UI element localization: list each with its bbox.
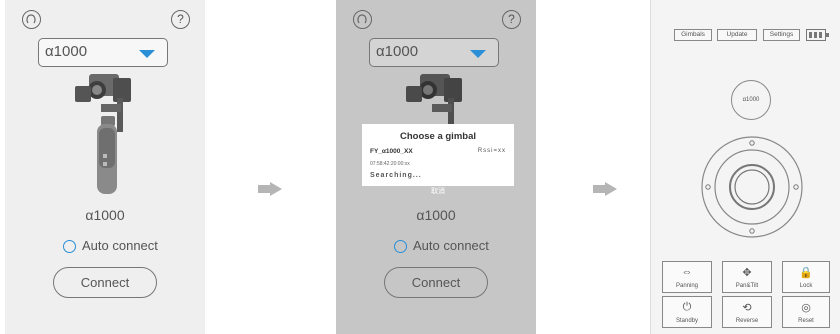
connect-screen: ? α1000 α1000 Auto connect Connect bbox=[5, 0, 205, 334]
dropdown-arrow-icon[interactable] bbox=[139, 50, 155, 58]
panning-icon: ⇔ bbox=[681, 266, 693, 278]
dropdown-arrow-icon[interactable] bbox=[470, 50, 486, 58]
tab-update[interactable]: Update bbox=[717, 29, 757, 41]
gimbal-image bbox=[75, 74, 131, 194]
device-name[interactable]: FY_α1000_XX bbox=[370, 148, 413, 155]
standby-button[interactable]: ⏻ Standby bbox=[662, 296, 712, 328]
lock-button[interactable]: 🔒 Lock bbox=[782, 261, 830, 293]
help-label: ? bbox=[177, 12, 184, 26]
reset-label: Reset bbox=[798, 318, 814, 324]
auto-connect-label: Auto connect bbox=[413, 238, 489, 253]
standby-icon: ⏻ bbox=[682, 301, 692, 313]
model-name-label: α1000 bbox=[416, 207, 456, 223]
dialog-title: Choose a gimbal bbox=[399, 131, 476, 142]
joystick-pad[interactable] bbox=[700, 133, 804, 239]
model-select-value: α1000 bbox=[45, 43, 88, 60]
help-icon[interactable]: ? bbox=[502, 10, 521, 29]
device-mac: 07:58:42:20:00:xx bbox=[370, 161, 410, 167]
model-name-label: α1000 bbox=[85, 207, 125, 223]
user-icon[interactable] bbox=[22, 10, 41, 29]
standby-label: Standby bbox=[675, 318, 699, 324]
device-rssi: Rssi=xx bbox=[477, 148, 506, 154]
arrow-right-icon bbox=[258, 182, 282, 196]
reverse-button[interactable]: ⟲ Reverse bbox=[722, 296, 772, 328]
tab-gimbals[interactable]: Gimbals bbox=[674, 29, 712, 41]
auto-connect-label: Auto connect bbox=[82, 238, 158, 253]
reverse-icon: ⟲ bbox=[742, 302, 752, 314]
user-icon[interactable] bbox=[353, 10, 372, 29]
panning-label: Panning bbox=[675, 283, 699, 289]
model-select[interactable]: α1000 bbox=[38, 38, 168, 67]
reset-icon: ◎ bbox=[801, 302, 811, 314]
panning-button[interactable]: ⇔ Panning bbox=[662, 261, 712, 293]
cancel-button[interactable]: 取消 bbox=[362, 186, 514, 202]
pan-tilt-label: Pan&Tilt bbox=[735, 283, 759, 289]
pan-tilt-button[interactable]: ✥ Pan&Tilt bbox=[722, 261, 772, 293]
battery-icon bbox=[806, 29, 829, 41]
connect-button[interactable]: Connect bbox=[384, 267, 488, 298]
model-select-value: α1000 bbox=[376, 43, 419, 60]
help-label: ? bbox=[508, 12, 515, 26]
help-icon[interactable]: ? bbox=[171, 10, 190, 29]
reset-button[interactable]: ◎ Reset bbox=[782, 296, 830, 328]
connect-button[interactable]: Connect bbox=[53, 267, 157, 298]
searching-status: Searching... bbox=[370, 172, 422, 179]
lock-icon: 🔒 bbox=[799, 267, 813, 279]
gimbal-image bbox=[406, 74, 462, 124]
model-select[interactable]: α1000 bbox=[369, 38, 499, 67]
tab-settings[interactable]: Settings bbox=[763, 29, 800, 41]
auto-connect-radio[interactable] bbox=[394, 240, 407, 253]
model-button[interactable]: α1000 bbox=[731, 80, 771, 120]
pan-tilt-icon: ✥ bbox=[742, 267, 752, 279]
lock-label: Lock bbox=[799, 283, 813, 289]
arrow-right-icon bbox=[593, 182, 617, 196]
auto-connect-radio[interactable] bbox=[63, 240, 76, 253]
reverse-label: Reverse bbox=[735, 318, 759, 324]
